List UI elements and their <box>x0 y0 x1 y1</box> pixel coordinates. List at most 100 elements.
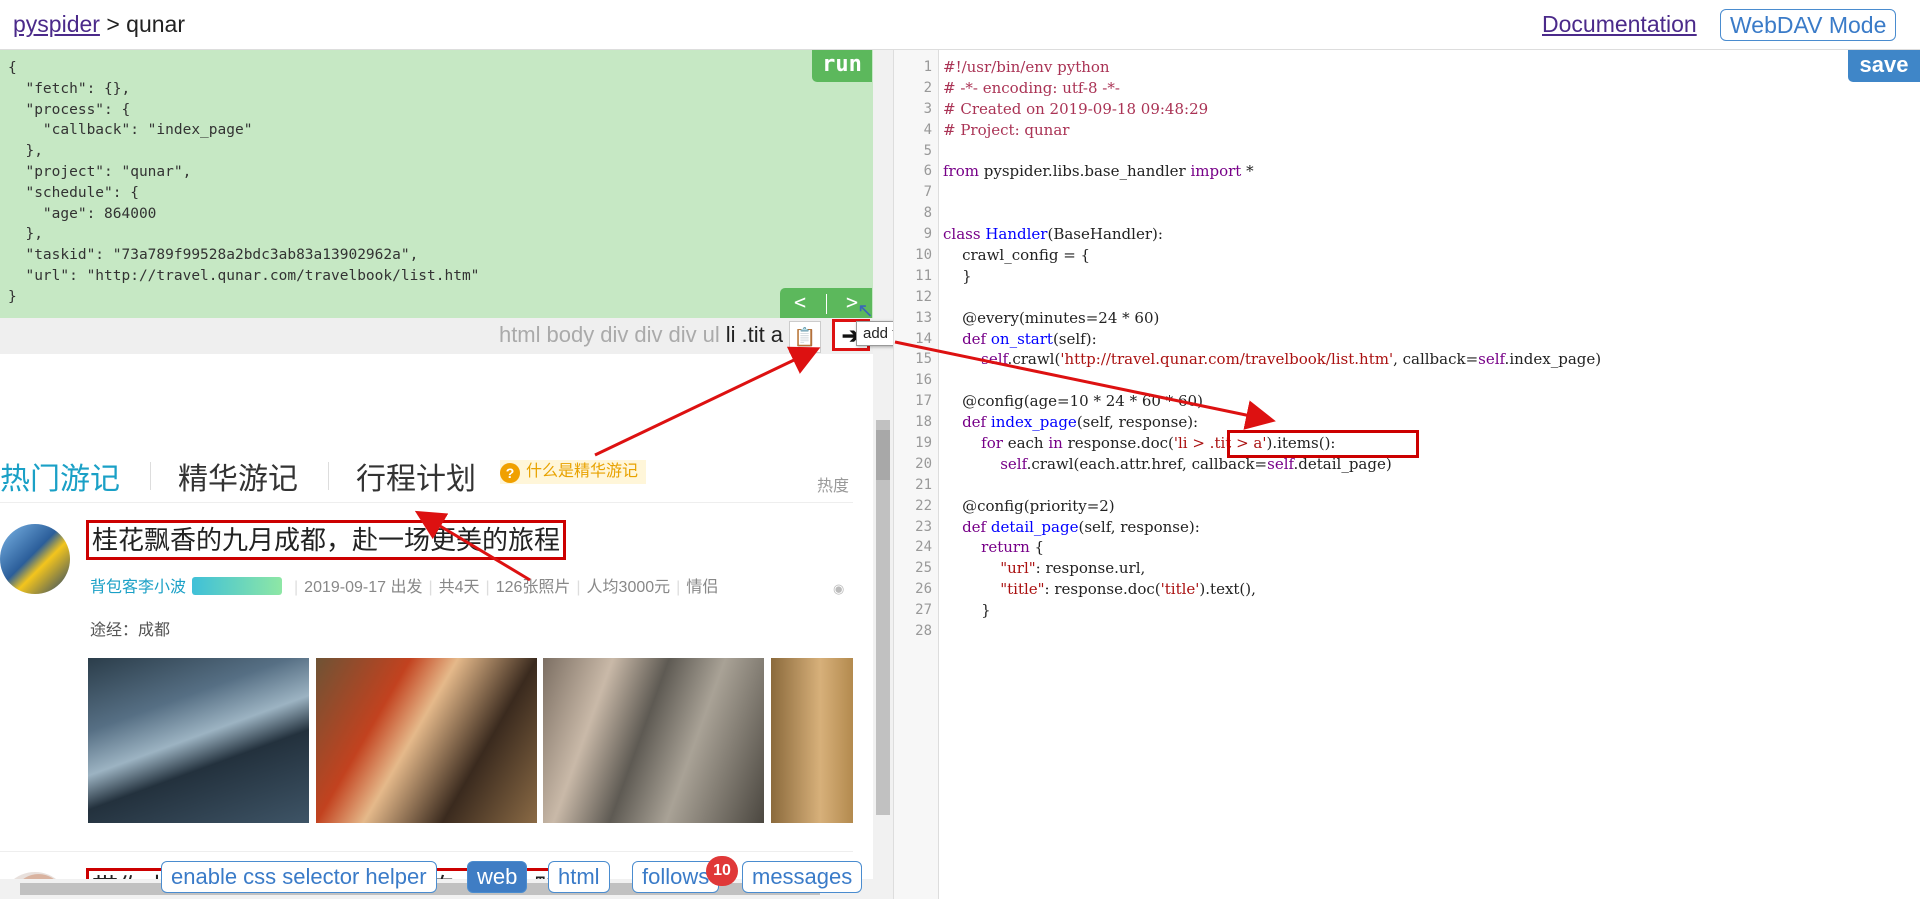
featured-help-link[interactable]: ? 什么是精华游记 <box>500 460 647 484</box>
line-number: 12 <box>915 288 932 305</box>
mouse-cursor-icon: ↖ <box>857 300 874 322</box>
line-number: 28 <box>915 623 932 640</box>
line-number: 6 <box>923 163 932 180</box>
post-days: 共4天 <box>438 579 480 596</box>
code-line: #!/usr/bin/env python <box>943 58 1110 76</box>
line-number: 18 <box>915 414 932 431</box>
code-editor[interactable]: 1 2 3 4 5 6 7 8 9 10 11 12 13 14 15 16 1… <box>893 50 1920 899</box>
line-number: 1 <box>923 59 932 75</box>
code-line: # Created on 2019-09-18 09:48:29 <box>943 99 1209 118</box>
html-tab-button[interactable]: html <box>548 861 610 893</box>
breadcrumb-pyspider-link[interactable]: pyspider <box>13 11 100 37</box>
vertical-scrollbar[interactable] <box>873 50 893 899</box>
tabs-separator <box>0 502 853 503</box>
tab-itinerary[interactable]: 行程计划 <box>356 454 476 498</box>
line-number: 16 <box>915 372 932 389</box>
question-icon: ? <box>500 463 520 483</box>
line-number: 17 <box>915 393 932 410</box>
selector-part[interactable]: div <box>600 322 628 347</box>
post-meta: 背包客李小波 | 2019-09-17 出发 | 共4天 | 126张照片 | 人均3000元 |… <box>90 573 718 597</box>
selector-part[interactable]: div <box>634 322 662 347</box>
breadcrumb: pyspider > qunar <box>13 11 185 38</box>
avatar[interactable] <box>0 524 70 594</box>
line-number: 2 <box>923 79 932 96</box>
post-title-link[interactable]: 桂花飘香的九月成都，赴一场更美的旅程 <box>86 520 567 560</box>
clipboard-icon: 📋 <box>793 327 817 347</box>
post-cost: 人均3000元 <box>586 579 671 596</box>
code-line: @every(minutes=24 * 60) <box>943 308 1160 327</box>
save-button[interactable]: save <box>1848 50 1920 82</box>
meta-sep: | <box>676 579 681 596</box>
tab-hot-travelogue[interactable]: 热门游记 <box>0 454 120 498</box>
code-line: } <box>943 266 972 285</box>
prev-task-button[interactable]: < <box>780 290 820 314</box>
line-number: 27 <box>915 602 932 619</box>
selector-part[interactable]: div <box>668 322 696 347</box>
task-json-text[interactable]: { "fetch": {}, "process": { "callback": … <box>0 50 873 308</box>
selector-path: html body div div div ul li .tit a <box>493 322 783 348</box>
documentation-link[interactable]: Documentation <box>1542 11 1697 38</box>
post-date: 2019-09-17 出发 <box>304 579 423 596</box>
code-line: "url": response.url, <box>1000 559 1146 578</box>
code-line: # Project: qunar <box>943 120 1070 139</box>
code-line: return { <box>981 538 1045 557</box>
selector-part-active[interactable]: a <box>771 322 783 347</box>
breadcrumb-separator: > <box>99 11 127 37</box>
selector-part-active[interactable]: li <box>726 322 736 347</box>
line-number: 25 <box>915 560 932 577</box>
code-line: self.crawl('http://travel.qunar.com/trav… <box>981 350 1602 369</box>
line-number: 20 <box>915 455 932 472</box>
code-line: @config(age=10 * 24 * 60 * 60) <box>943 392 1203 411</box>
line-number: 24 <box>915 539 932 556</box>
post-photo[interactable] <box>316 658 537 823</box>
messages-tab-button[interactable]: messages <box>742 861 863 893</box>
line-number: 23 <box>915 518 932 535</box>
webdav-mode-button[interactable]: WebDAV Mode <box>1720 9 1897 41</box>
selector-part[interactable]: body <box>547 322 595 347</box>
featured-help-text: 什么是精华游记 <box>526 463 639 480</box>
run-button[interactable]: run <box>812 50 872 82</box>
top-bar: pyspider > qunar Documentation WebDAV Mo… <box>0 0 1920 50</box>
css-selector-bar: html body div div div ul li .tit a 📋 ➔ <box>0 318 873 354</box>
tab-divider <box>150 462 151 490</box>
meta-sep: | <box>485 579 490 596</box>
post-route: 途经：成都 <box>90 622 171 639</box>
line-number: 13 <box>915 309 932 326</box>
post-divider <box>0 851 853 852</box>
line-number-gutter: 1 2 3 4 5 6 7 8 9 10 11 12 13 14 15 16 1… <box>894 50 939 899</box>
selector-part-active[interactable]: .tit <box>742 322 765 347</box>
line-number: 14 <box>915 330 932 347</box>
selector-part[interactable]: html <box>499 322 541 347</box>
web-preview: 热门游记 精华游记 行程计划 ? 什么是精华游记 热度 桂花飘香的九月成都，赴一场… <box>0 354 853 899</box>
code-line: @config(priority=2) <box>943 496 1115 515</box>
code-line: "title": response.doc('title').text(), <box>1000 580 1256 599</box>
post-photo[interactable] <box>88 658 309 823</box>
post-photo[interactable] <box>771 658 853 823</box>
post-author-link[interactable]: 背包客李小波 <box>90 579 186 596</box>
line-number: 19 <box>915 435 932 452</box>
code-line: crawl_config = { <box>943 246 1091 265</box>
task-json-panel[interactable]: { "fetch": {}, "process": { "callback": … <box>0 50 873 318</box>
css-selector-helper-button[interactable]: enable css selector helper <box>161 861 437 893</box>
line-number: 21 <box>915 476 932 493</box>
tab-featured-travelogue[interactable]: 精华游记 <box>178 454 298 498</box>
scrollbar-thumb[interactable] <box>876 430 890 480</box>
code-line: } <box>981 601 991 620</box>
post-photo[interactable] <box>543 658 764 823</box>
copy-selector-button[interactable]: 📋 <box>789 321 821 353</box>
line-number: 26 <box>915 581 932 598</box>
selector-part[interactable]: ul <box>703 322 720 347</box>
code-lines[interactable]: #!/usr/bin/env python # -*- encoding: ut… <box>943 57 1601 642</box>
code-line: def on_start(self): <box>962 329 1097 348</box>
web-tab-button[interactable]: web <box>467 861 528 893</box>
sort-by-hot[interactable]: 热度 <box>817 472 849 496</box>
line-number: 7 <box>923 184 932 201</box>
author-badge <box>192 577 283 595</box>
line-number: 10 <box>915 247 932 264</box>
